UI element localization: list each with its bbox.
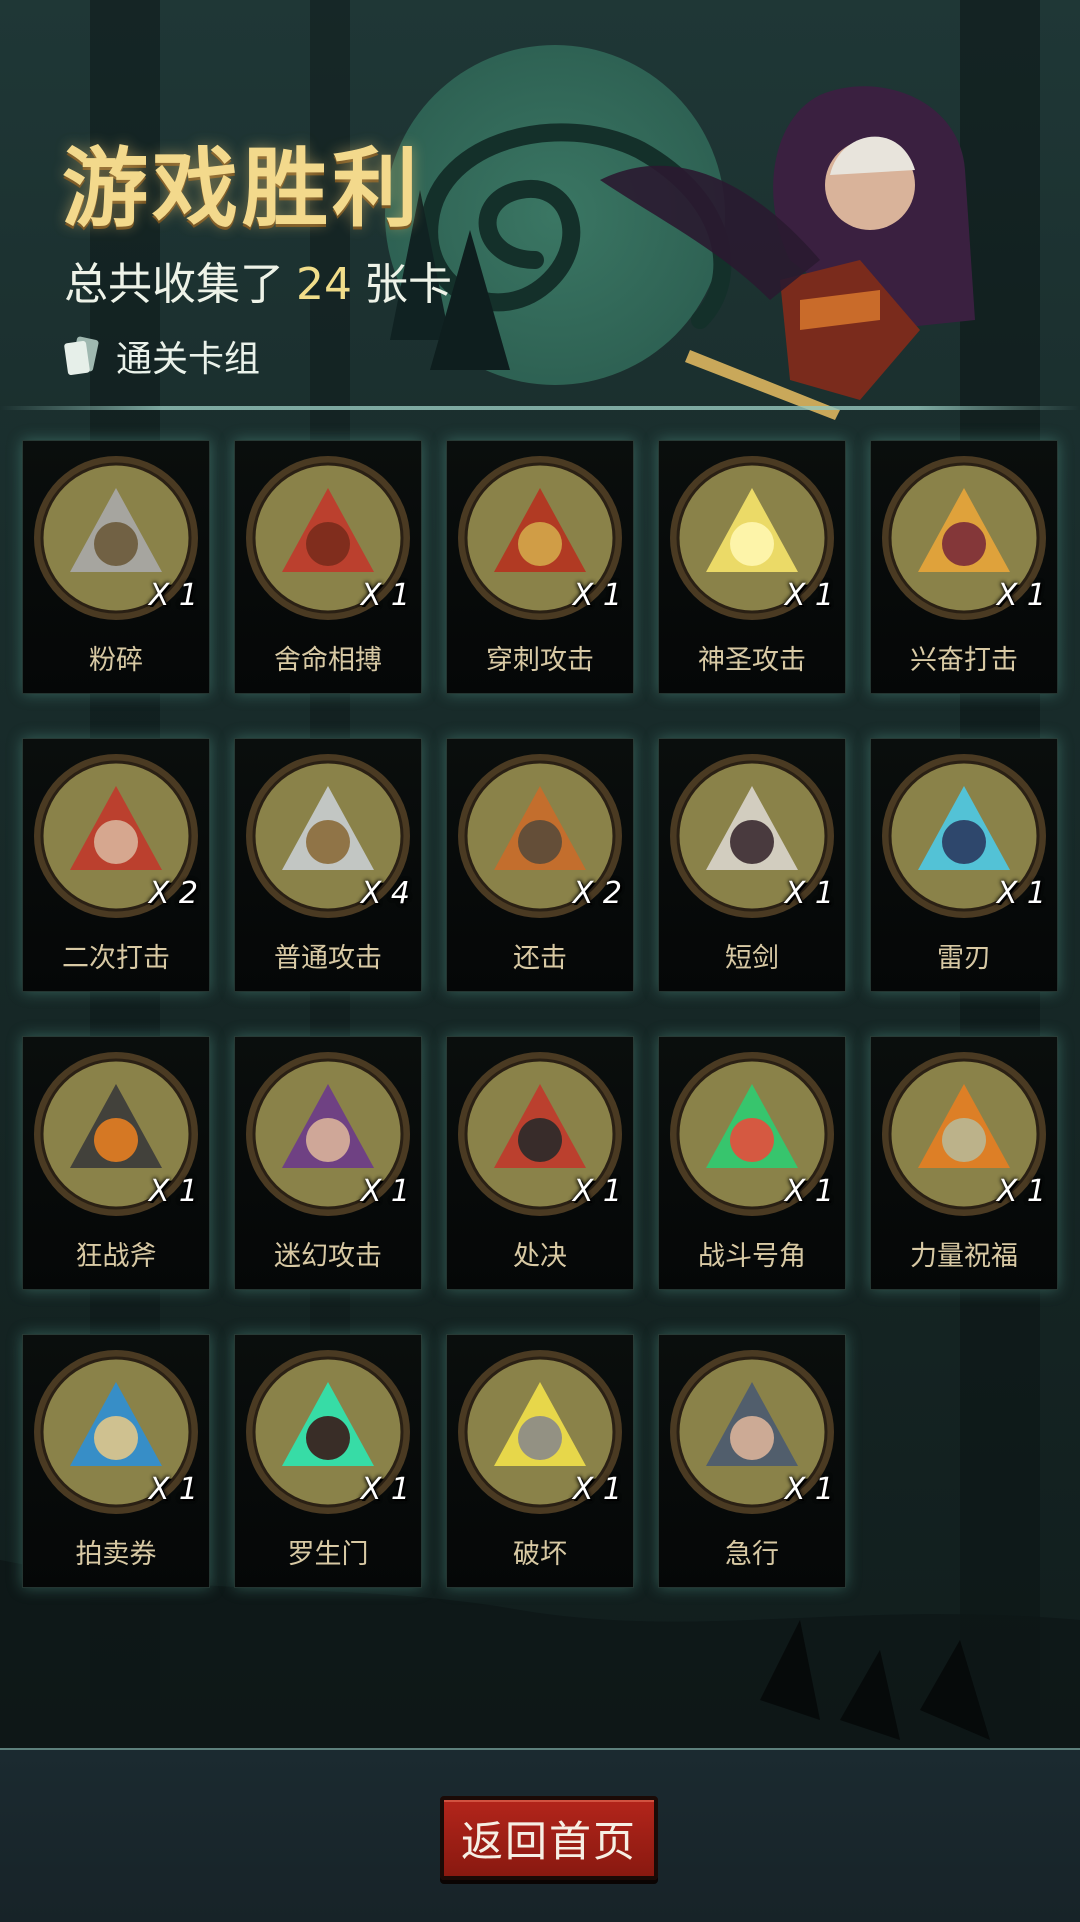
card-name: 力量祝福 [910,1241,1018,1272]
card-name: 雷刃 [937,943,991,974]
card-count: X 1 [572,578,622,613]
card-name: 兴奋打击 [910,645,1018,676]
card-name: 二次打击 [62,943,170,974]
card-name: 处决 [513,1241,567,1272]
card-count: X 2 [572,876,622,911]
victory-title: 游戏胜利 [62,139,422,239]
card-name: 战斗号角 [698,1241,806,1272]
card-name: 还击 [513,943,567,974]
card-9[interactable]: X 1 短剑 [658,738,846,992]
card-12[interactable]: X 1 迷幻攻击 [234,1036,422,1290]
card-total-count: 24 [296,259,352,310]
card-name: 破坏 [513,1539,567,1570]
card-name: 短剑 [725,943,779,974]
card-14[interactable]: X 1 战斗号角 [658,1036,846,1290]
card-3[interactable]: X 1 穿刺攻击 [446,440,634,694]
collected-summary: 总共收集了 24 张卡 [64,248,452,312]
card-count: X 1 [360,1472,410,1507]
card-13[interactable]: X 1 处决 [446,1036,634,1290]
cards-icon [64,336,99,375]
return-home-button[interactable]: 返回首页 [440,1796,658,1880]
card-name: 神圣攻击 [698,645,806,676]
card-10[interactable]: X 1 雷刃 [870,738,1058,992]
card-count: X 1 [784,1472,834,1507]
card-8[interactable]: X 2 还击 [446,738,634,992]
card-name: 迷幻攻击 [274,1241,382,1272]
card-name: 罗生门 [287,1539,369,1570]
card-count: X 1 [148,1174,198,1209]
card-count: X 1 [572,1472,622,1507]
card-count: X 1 [148,1472,198,1507]
card-count: X 1 [784,578,834,613]
card-name: 普通攻击 [274,943,382,974]
deck-label-text: 通关卡组 [116,339,261,380]
card-1[interactable]: X 1 粉碎 [22,440,210,694]
card-name: 急行 [725,1539,779,1570]
card-count: X 1 [784,876,834,911]
card-19[interactable]: X 1 急行 [658,1334,846,1588]
card-count: X 1 [148,578,198,613]
card-name: 穿刺攻击 [486,645,594,676]
card-4[interactable]: X 1 神圣攻击 [658,440,846,694]
card-18[interactable]: X 1 破坏 [446,1334,634,1588]
card-name: 狂战斧 [75,1241,157,1272]
card-2[interactable]: X 1 舍命相搏 [234,440,422,694]
card-11[interactable]: X 1 狂战斧 [22,1036,210,1290]
card-5[interactable]: X 1 兴奋打击 [870,440,1058,694]
card-name: 舍命相搏 [274,645,382,676]
header-divider [0,406,1080,410]
card-count: X 4 [360,876,410,911]
card-name: 粉碎 [89,645,143,676]
card-count: X 1 [996,1174,1046,1209]
card-15[interactable]: X 1 力量祝福 [870,1036,1058,1290]
card-count: X 1 [360,578,410,613]
card-count: X 1 [996,578,1046,613]
card-count: X 1 [360,1174,410,1209]
card-name: 拍卖券 [75,1539,157,1570]
card-16[interactable]: X 1 拍卖券 [22,1334,210,1588]
card-count: X 2 [148,876,198,911]
card-17[interactable]: X 1 罗生门 [234,1334,422,1588]
summary-suffix: 张卡 [364,259,452,310]
card-collection-grid: X 1 粉碎 X 1 舍命相搏 X 1 穿刺攻击 X 1 神圣攻击 X 1 兴奋打击 X 2 二次打击… [22,440,1062,1590]
card-6[interactable]: X 2 二次打击 [22,738,210,992]
card-7[interactable]: X 4 普通攻击 [234,738,422,992]
summary-prefix: 总共收集了 [64,259,284,310]
cleared-deck-label: 通关卡组 [62,332,260,380]
card-count: X 1 [996,876,1046,911]
card-count: X 1 [572,1174,622,1209]
card-count: X 1 [784,1174,834,1209]
